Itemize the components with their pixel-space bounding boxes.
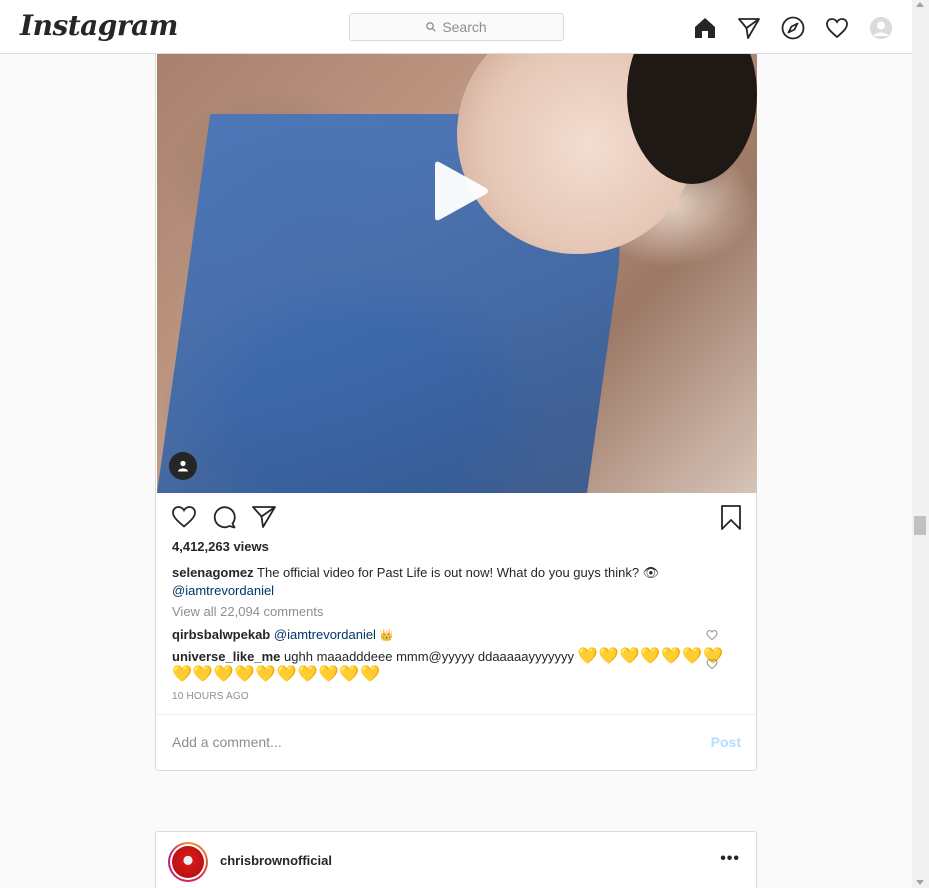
caption-mention[interactable]: @iamtrevordaniel [172,583,274,598]
scrollbar[interactable] [912,0,929,888]
post-timestamp[interactable]: 10 HOURS AGO [172,691,249,702]
home-icon[interactable] [692,15,718,41]
story-ring-avatar[interactable] [168,842,208,882]
comment-like-icon[interactable] [706,629,718,641]
crown-emoji: 👑 [379,630,394,642]
avatar [170,844,206,880]
comment-username[interactable]: universe_like_me [172,649,280,664]
search-input[interactable]: Search [349,13,564,41]
nav-icons [692,15,912,41]
like-heart-icon[interactable] [171,504,197,530]
post-actions [171,504,743,530]
yellow-hearts-emoji: 💛💛💛💛💛💛💛 [577,648,725,666]
post-card: 4,412,263 views selenagomez The official… [155,54,757,771]
comment-like-icon[interactable] [706,658,718,670]
comment-item: universe_like_me ughh maaadddeee mmm@yyy… [172,648,732,684]
profile-avatar-icon[interactable] [868,15,894,41]
add-comment-input[interactable]: Add a comment... [172,734,282,750]
yellow-hearts-emoji: 💛💛💛💛💛💛💛💛💛💛 [172,666,382,684]
comment-icon[interactable] [211,504,237,530]
next-post-card: chrisbrownofficial ••• [155,831,757,888]
play-icon[interactable] [427,159,491,223]
comment-text: ughh maaadddeee mmm@yyyyy ddaaaaayyyyyyy [284,649,574,664]
comment-mention[interactable]: @iamtrevordaniel [274,627,376,642]
post-username[interactable]: chrisbrownofficial [220,853,332,868]
more-options-icon[interactable]: ••• [720,851,740,867]
activity-heart-icon[interactable] [824,15,850,41]
top-navigation: Instagram Search [0,0,912,54]
scroll-up-icon[interactable] [916,2,924,7]
divider [156,714,756,715]
avatar [870,17,892,39]
instagram-logo[interactable]: Instagram [20,9,178,42]
profile-picture [172,846,204,878]
comment-username[interactable]: qirbsbalwpekab [172,627,270,642]
explore-icon[interactable] [780,15,806,41]
share-icon[interactable] [251,504,277,530]
search-placeholder: Search [442,19,487,35]
view-all-comments-link[interactable]: View all 22,094 comments [172,604,324,619]
post-caption: selenagomez The official video for Past … [172,564,732,600]
caption-username[interactable]: selenagomez [172,565,254,580]
view-count[interactable]: 4,412,263 views [172,539,269,554]
search-icon [426,22,437,32]
post-video[interactable] [157,54,757,493]
comment-item: qirbsbalwpekab @iamtrevordaniel 👑 [172,626,732,645]
caption-text: The official video for Past Life is out … [257,565,660,580]
direct-icon[interactable] [736,15,762,41]
scroll-down-icon[interactable] [916,880,924,885]
scroll-thumb[interactable] [914,516,926,535]
tagged-user-icon[interactable] [169,452,197,480]
bookmark-icon[interactable] [718,504,744,530]
post-comment-button[interactable]: Post [711,734,741,750]
